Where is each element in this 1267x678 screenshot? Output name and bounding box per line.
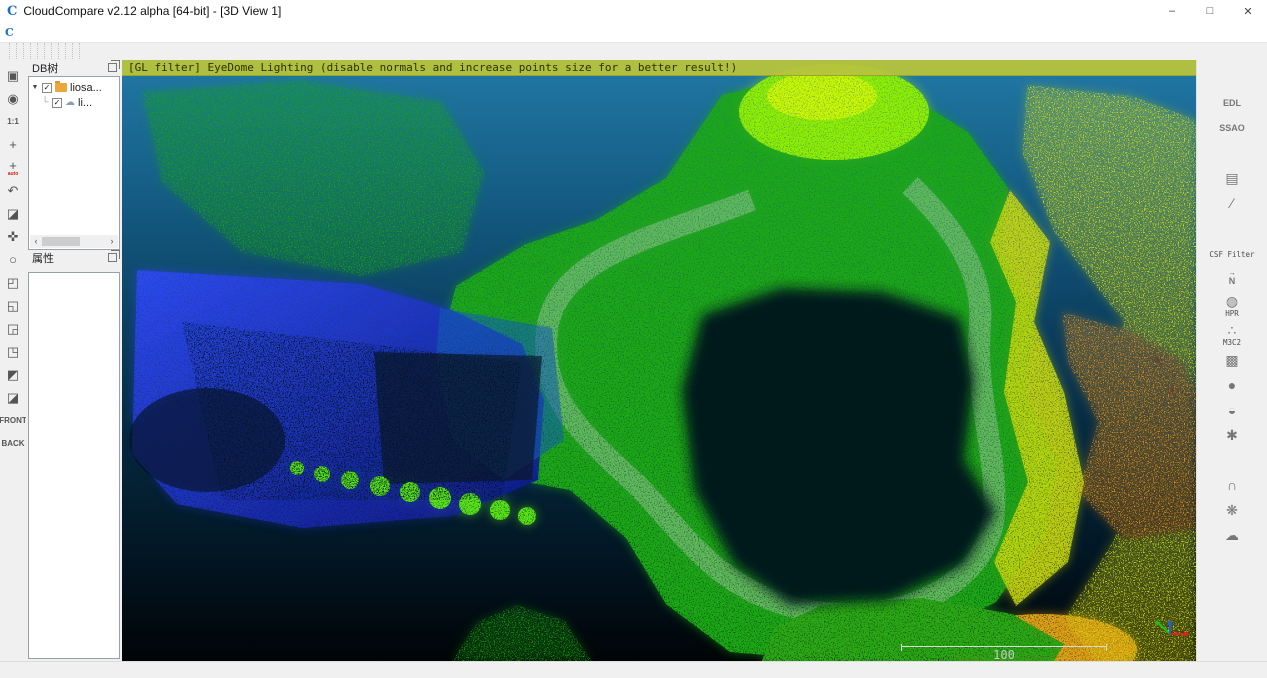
icon-caption: auto [8,172,19,177]
icon-caption: M3C2 [1223,339,1241,347]
icon-glyph: ◍ [1226,294,1238,308]
toolbar-group [9,43,16,61]
icon-glyph: ∩ [1227,478,1237,492]
title-bar: C CloudCompare v2.12 alpha [64-bit] - [3… [0,0,1267,22]
toolbar-group [51,43,58,61]
toolbar-group [37,43,44,61]
checkbox[interactable]: ✓ [42,83,52,93]
db-tree-panel[interactable]: ▼ ✓ liosa... └ ✓ ☁ li... ‹ › [28,76,120,250]
minimize-button[interactable]: – [1153,0,1191,22]
maximize-button[interactable]: □ [1191,0,1229,22]
icon-text: SSAO [1219,124,1245,133]
properties-title: 属性 [32,250,54,266]
menu-items [16,30,128,34]
icon-text: 1:1 [7,118,19,126]
scale-bar-line [901,646,1107,647]
float-panel-button[interactable] [108,63,117,72]
icon-glyph: ◱ [7,299,19,312]
left-view-toolbar: ▣ ◉ 1:1 + + auto ↶ [0,60,26,661]
icon-glyph: ○ [9,253,17,266]
scale-bar: 100 [901,646,1107,661]
icon-glyph: ◲ [7,322,19,335]
db-tree-title: DB树 [32,60,58,76]
toolbar-group [79,43,86,61]
icon-glyph: ▣ [7,69,19,82]
icon-glyph: ∴ [1228,323,1237,337]
tree-item-cloud[interactable]: └ ✓ ☁ li... [31,95,117,110]
toolbar-group [65,43,72,61]
float-panel-button[interactable] [108,253,117,262]
db-tree-header: DB树 [26,60,122,76]
menu-bar: C [0,22,1267,42]
icon-glyph: ☁ [1225,528,1239,542]
toolbar-group [58,43,65,61]
icon-glyph: + [9,159,17,172]
main-toolbar [0,42,1267,60]
icon-text: EDL [1223,99,1241,108]
icon-glyph: ◳ [7,345,19,358]
icon-glyph: ▤ [1225,171,1238,185]
icon-glyph: + [9,138,17,151]
toolbar-group [16,43,23,61]
icon-glyph: ◰ [7,276,19,289]
tree-item-label: li... [78,97,92,109]
icon-glyph: ◪ [7,207,19,220]
icon-caption: CSF Filter [1209,251,1254,259]
toolbar-group [23,43,30,61]
point-cloud-render [122,60,1196,661]
axes-trihedron-icon [1148,618,1192,642]
scale-bar-label: 100 [901,648,1107,661]
icon-glyph: ✱ [1226,428,1238,442]
view-window-icon: C [5,27,14,38]
scroll-right-arrow[interactable]: › [107,237,117,246]
app-logo-icon: C [7,5,17,18]
icon-glyph: ∕ [1231,196,1233,210]
icon-text: FRONT [0,417,27,425]
right-plugin-toolbar: EDL SSAO ▤ ∕ [1196,60,1267,661]
toolbar-group [72,43,79,61]
scroll-thumb[interactable] [42,237,80,246]
icon-glyph: ◒ [1228,403,1236,417]
left-dock: DB树 ▼ ✓ liosa... └ ✓ ☁ li... ‹ › 属性 [26,60,122,661]
folder-icon [55,83,67,92]
checkbox[interactable]: ✓ [52,98,62,108]
gl-filter-banner: [GL filter] EyeDome Lighting (disable no… [122,60,1196,76]
viewport-3d[interactable]: [GL filter] EyeDome Lighting (disable no… [122,60,1196,661]
icon-glyph: ❋ [1226,503,1238,517]
expand-arrow-icon[interactable]: ▼ [31,84,39,91]
icon-text: BACK [1,440,24,448]
icon-glyph: ↶ [8,184,19,197]
icon-glyph: ● [1228,378,1236,392]
scroll-left-arrow[interactable]: ‹ [31,237,41,246]
tree-item-root[interactable]: ▼ ✓ liosa... [31,80,117,95]
cloud-icon: ☁ [65,98,75,108]
close-button[interactable]: ✕ [1229,0,1267,22]
icon-text: N [1229,277,1236,286]
tree-hscrollbar[interactable]: ‹ › [30,235,118,248]
properties-header: 属性 [26,250,122,266]
toolbar-group [44,43,51,61]
status-bar [0,661,1267,678]
icon-caption: HPR [1225,310,1239,318]
toolbar-group [30,43,37,61]
icon-glyph: ◩ [7,368,19,381]
tree-item-label: liosa... [70,82,102,94]
icon-glyph: ◉ [7,92,18,105]
window-controls: – □ ✕ [1153,0,1267,22]
branch-line: └ [41,97,49,108]
icon-glyph: ◪ [7,391,19,404]
icon-glyph: ✜ [8,230,19,243]
properties-panel [28,272,120,659]
icon-glyph: ▩ [1225,353,1238,367]
window-title: CloudCompare v2.12 alpha [64-bit] - [3D … [23,4,281,18]
